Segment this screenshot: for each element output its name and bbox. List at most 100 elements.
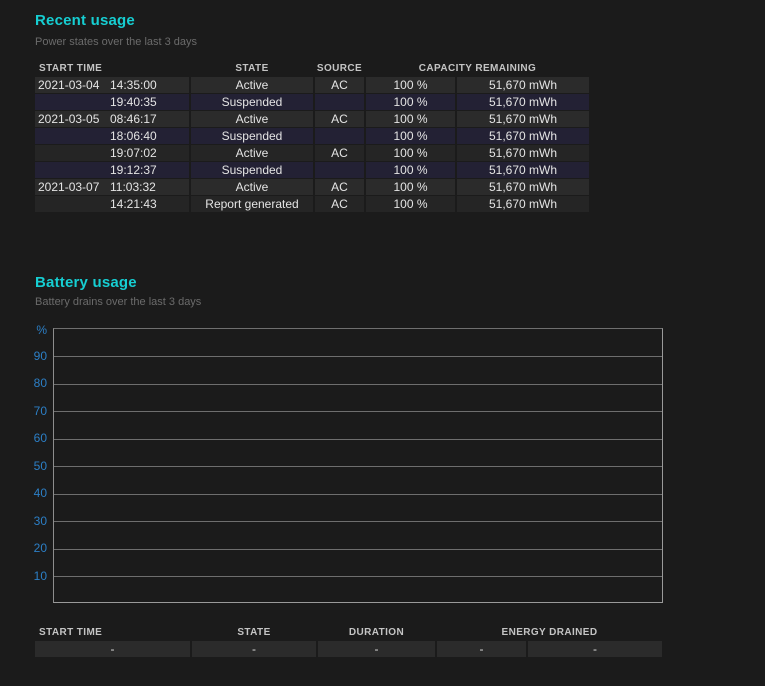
cell-start-time: 2021-03-0414:35:00 [35,77,189,93]
cell-start-time: 19:40:35 [35,94,189,110]
cell-date [38,196,110,212]
cell-capacity: 51,670 mWh [457,162,589,178]
col-state: STATE [191,63,313,75]
cell-capacity: 51,670 mWh [457,77,589,93]
cell-source [315,94,364,110]
cell-date: 2021-03-07 [38,179,110,195]
cell-state: Report generated [191,196,313,212]
gridline-80 [54,384,662,385]
col-start-time: START TIME [35,627,190,639]
cell-start-time: 2021-03-0711:03:32 [35,179,189,195]
table-row: 19:07:02 Active AC 100 % 51,670 mWh [35,145,589,161]
y-tick-label: 60 [14,431,47,445]
cell-capacity: 51,670 mWh [457,145,589,161]
y-tick-label: 30 [14,514,47,528]
gridline-10 [54,576,662,577]
cell-capacity: 51,670 mWh [457,94,589,110]
cell-energy-percent: - [437,641,526,657]
table-row: - - - - - [35,641,662,657]
cell-capacity: 51,670 mWh [457,111,589,127]
y-tick-label: 80 [14,376,47,390]
cell-source [315,162,364,178]
table-row: 19:12:37 Suspended 100 % 51,670 mWh [35,162,589,178]
cell-state: Suspended [191,162,313,178]
gridline-50 [54,466,662,467]
cell-source [315,128,364,144]
cell-date: 2021-03-05 [38,111,110,127]
cell-state: Active [191,145,313,161]
table-row: 19:40:35 Suspended 100 % 51,670 mWh [35,94,589,110]
y-tick-label: 20 [14,541,47,555]
cell-time: 19:12:37 [110,162,164,178]
cell-percent: 100 % [366,128,455,144]
battery-usage-chart [53,328,663,603]
cell-percent: 100 % [366,77,455,93]
cell-duration: - [318,641,435,657]
cell-time: 14:35:00 [110,77,164,93]
cell-percent: 100 % [366,196,455,212]
cell-state: Suspended [191,128,313,144]
cell-percent: 100 % [366,162,455,178]
cell-date [38,94,110,110]
table-row: 2021-03-0711:03:32 Active AC 100 % 51,67… [35,179,589,195]
cell-date [38,145,110,161]
y-axis-unit-label: % [14,323,47,337]
cell-capacity: 51,670 mWh [457,196,589,212]
cell-state: Active [191,179,313,195]
cell-date [38,128,110,144]
recent-usage-table: 2021-03-0414:35:00 Active AC 100 % 51,67… [35,77,589,212]
cell-capacity: 51,670 mWh [457,179,589,195]
battery-usage-table: - - - - - [35,641,662,657]
cell-time: 08:46:17 [110,111,164,127]
cell-date: 2021-03-04 [38,77,110,93]
cell-start-time: 14:21:43 [35,196,189,212]
col-source: SOURCE [315,63,364,75]
col-energy-drained: ENERGY DRAINED [437,627,662,639]
cell-start-time: - [35,641,190,657]
cell-source: AC [315,196,364,212]
cell-start-time: 19:07:02 [35,145,189,161]
cell-percent: 100 % [366,111,455,127]
cell-start-time: 2021-03-0508:46:17 [35,111,189,127]
cell-state: Active [191,77,313,93]
cell-state: Active [191,111,313,127]
col-start-time: START TIME [35,63,189,75]
battery-report-page: Recent usage Power states over the last … [0,0,765,686]
y-tick-label: 90 [14,349,47,363]
cell-start-time: 18:06:40 [35,128,189,144]
cell-source: AC [315,145,364,161]
battery-usage-table-header: START TIME STATE DURATION ENERGY DRAINED [35,627,662,639]
cell-time: 19:40:35 [110,94,164,110]
recent-usage-subtitle: Power states over the last 3 days [35,36,197,48]
cell-time: 11:03:32 [110,179,164,195]
cell-energy-mwh: - [528,641,662,657]
gridline-60 [54,439,662,440]
cell-state: - [192,641,316,657]
gridline-90 [54,356,662,357]
table-row: 2021-03-0414:35:00 Active AC 100 % 51,67… [35,77,589,93]
recent-usage-title: Recent usage [35,12,135,29]
cell-state: Suspended [191,94,313,110]
cell-start-time: 19:12:37 [35,162,189,178]
cell-source: AC [315,179,364,195]
cell-time: 19:07:02 [110,145,164,161]
cell-time: 18:06:40 [110,128,164,144]
cell-source: AC [315,111,364,127]
y-tick-label: 70 [14,404,47,418]
col-capacity-remaining: CAPACITY REMAINING [366,63,589,75]
cell-source: AC [315,77,364,93]
gridline-30 [54,521,662,522]
cell-percent: 100 % [366,145,455,161]
col-state: STATE [192,627,316,639]
table-row: 18:06:40 Suspended 100 % 51,670 mWh [35,128,589,144]
y-tick-label: 40 [14,486,47,500]
cell-capacity: 51,670 mWh [457,128,589,144]
table-row: 14:21:43 Report generated AC 100 % 51,67… [35,196,589,212]
col-duration: DURATION [318,627,435,639]
table-row: 2021-03-0508:46:17 Active AC 100 % 51,67… [35,111,589,127]
gridline-70 [54,411,662,412]
cell-date [38,162,110,178]
cell-percent: 100 % [366,94,455,110]
battery-usage-subtitle: Battery drains over the last 3 days [35,296,201,308]
y-tick-label: 50 [14,459,47,473]
